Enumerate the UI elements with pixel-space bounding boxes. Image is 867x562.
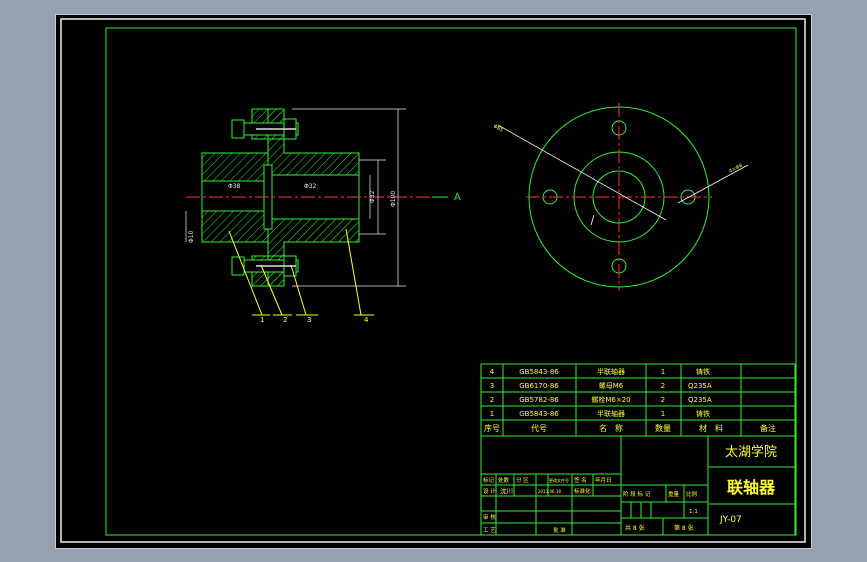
parts-row-3-no: 3 xyxy=(490,382,494,390)
cad-viewport[interactable]: Φ38 Φ32 Φ32 Φ100 Φ10 1 2 3 4 A Φ85 4×Φ6 xyxy=(55,14,812,549)
dim-bolt-circle: Φ85 xyxy=(492,124,504,134)
dim-d-right: Φ32 xyxy=(304,183,317,190)
school-name: 太湖学院 xyxy=(725,444,777,460)
approve-label: 批 准 xyxy=(553,526,566,534)
mark-col-2: 处数 xyxy=(498,476,510,484)
process-label: 工 艺 xyxy=(483,527,496,534)
section-view xyxy=(185,108,436,316)
drawing-canvas: Φ38 Φ32 Φ32 Φ100 Φ10 1 2 3 4 A Φ85 4×Φ6 xyxy=(60,18,806,543)
standardize-label: 标准化 xyxy=(574,487,591,495)
parts-row-4-code: GB5843-86 xyxy=(519,368,559,376)
parts-row-1-no: 1 xyxy=(490,410,494,418)
stage-mark-label: 阶 段 标 记 xyxy=(623,490,651,498)
dim-hole-small: Φ10 xyxy=(188,230,195,243)
sheet-no: 第 8 张 xyxy=(674,524,694,532)
dim-bore-b: Φ100 xyxy=(390,191,397,207)
parts-row-4-name: 半联轴器 xyxy=(597,367,625,376)
view-label: A xyxy=(454,192,461,203)
parts-row-4-material: 铸铁 xyxy=(696,367,710,376)
parts-row-3-name: 螺母M6 xyxy=(599,381,624,390)
mark-col-6: 年月日 xyxy=(595,476,612,484)
parts-row-4-no: 4 xyxy=(490,368,495,376)
mark-col-5: 签 名 xyxy=(574,476,587,484)
callout-3: 3 xyxy=(307,316,311,324)
parts-header-no: 序号 xyxy=(484,423,500,433)
mark-col-3: 分 区 xyxy=(516,476,529,484)
mark-col-1: 标记 xyxy=(483,476,495,484)
parts-row-3-material: Q235A xyxy=(688,382,712,390)
parts-row-2-code: GB5782-86 xyxy=(519,396,559,404)
parts-row-1-code: GB5843-86 xyxy=(519,410,559,418)
parts-row-1-qty: 1 xyxy=(661,410,665,418)
scale-value: 1:1 xyxy=(689,509,698,515)
designer-name: 沈川 xyxy=(500,486,513,495)
design-date: 2013.06.18 xyxy=(538,489,561,494)
sheets-total: 共 8 张 xyxy=(625,524,645,532)
parts-row-4-qty: 1 xyxy=(661,368,665,376)
design-label: 设 计 xyxy=(483,487,496,495)
callout-2: 2 xyxy=(283,316,287,324)
parts-header-qty: 数量 xyxy=(655,423,671,433)
parts-header-material: 材 料 xyxy=(699,423,723,433)
dim-d-left: Φ38 xyxy=(228,183,241,190)
drawing-name: 联轴器 xyxy=(727,478,776,497)
parts-row-2-material: Q235A xyxy=(688,396,712,404)
inner-frame xyxy=(105,27,797,536)
parts-row-2-qty: 2 xyxy=(661,396,665,404)
parts-row-3-qty: 2 xyxy=(661,382,665,390)
weight-label: 重量 xyxy=(668,490,680,498)
outer-frame xyxy=(60,18,806,543)
mark-col-4: 更改文件号 xyxy=(549,477,569,483)
parts-header-code: 代号 xyxy=(531,423,547,433)
dim-bore-a: Φ32 xyxy=(369,190,376,203)
parts-row-3-code: GB6170-86 xyxy=(519,382,559,390)
parts-row-1-material: 铸铁 xyxy=(696,409,710,418)
parts-header-remark: 备注 xyxy=(760,423,776,433)
callout-1: 1 xyxy=(260,316,264,324)
callout-4: 4 xyxy=(364,316,369,324)
parts-row-2-no: 2 xyxy=(490,396,494,404)
parts-row-2-name: 螺栓M6×20 xyxy=(591,395,630,404)
dim-bolt-hole: 4×Φ6 xyxy=(728,163,744,175)
end-view xyxy=(497,103,749,291)
parts-row-1-name: 半联轴器 xyxy=(597,409,625,418)
review-label: 审 核 xyxy=(483,513,496,521)
drawing-no: JY-07 xyxy=(719,515,742,525)
scale-label: 比例 xyxy=(686,490,698,498)
parts-header-name: 名 称 xyxy=(599,423,623,433)
